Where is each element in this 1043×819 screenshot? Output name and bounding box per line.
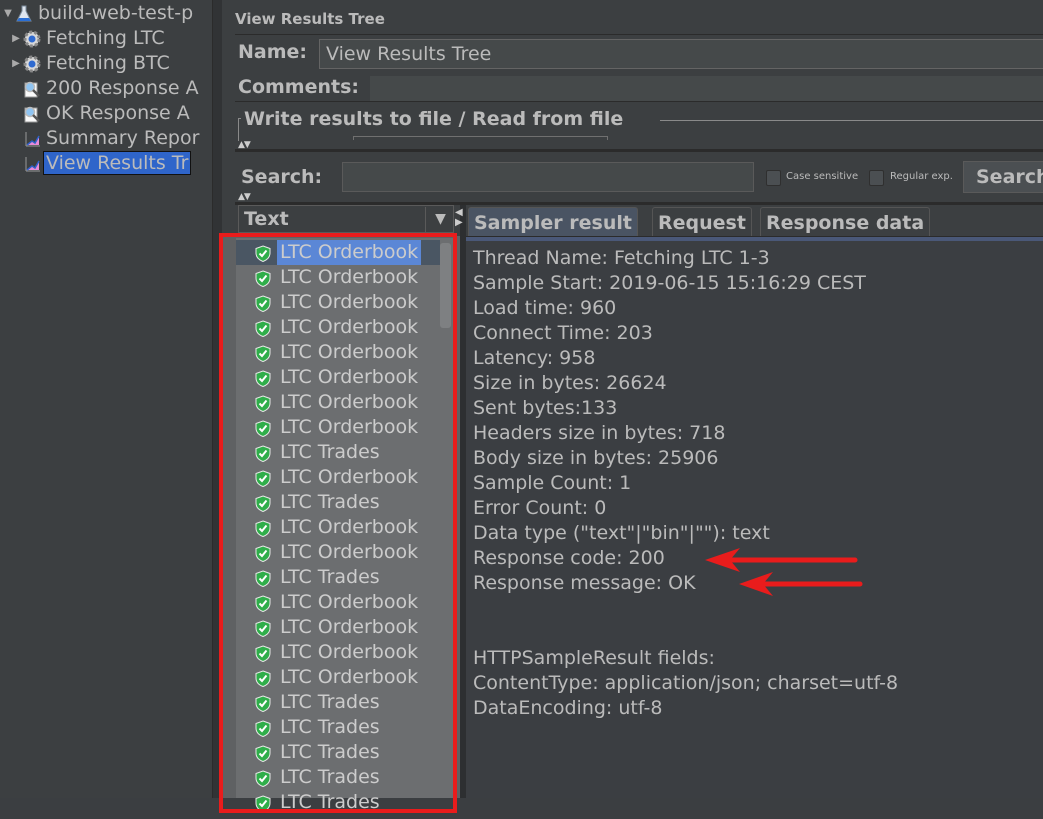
- tree-node-label: View Results Tr: [42, 151, 192, 175]
- collapse-expand-arrows-icon[interactable]: ▲▼: [238, 192, 251, 202]
- result-detail-line: Sample Count: 1: [473, 472, 632, 494]
- highlight-box-annotation: [219, 233, 457, 813]
- tab-sampler-result[interactable]: Sampler result: [468, 207, 638, 237]
- result-detail-line: HTTPSampleResult fields:: [473, 647, 715, 669]
- tree-node[interactable]: Summary Repor: [10, 126, 212, 151]
- result-detail-line: Sample Start: 2019-06-15 15:16:29 CEST: [473, 272, 866, 294]
- tree-node-label: Fetching LTC: [46, 27, 165, 49]
- divider: [235, 34, 1043, 35]
- search-label: Search:: [241, 166, 323, 188]
- file-section-separator: [353, 136, 608, 140]
- result-detail-line: Error Count: 0: [473, 497, 607, 519]
- tab-response-data[interactable]: Response data: [760, 207, 931, 237]
- graph-icon: [22, 129, 42, 149]
- comments-label: Comments:: [238, 76, 359, 98]
- tree-node-label: Summary Repor: [46, 127, 200, 149]
- annotation-arrow-response-message: [739, 572, 863, 596]
- gear-icon: [22, 29, 42, 49]
- result-detail-line: Body size in bytes: 25906: [473, 447, 719, 469]
- tree-node-label: OK Response A: [46, 102, 190, 124]
- file-section-border-line: [660, 120, 1043, 121]
- flask-icon: [14, 4, 34, 24]
- result-detail-line: ContentType: application/json; charset=u…: [473, 672, 899, 694]
- result-detail-line: Latency: 958: [473, 347, 596, 369]
- file-section-border: [238, 118, 241, 141]
- regex-label: Regular exp.: [890, 171, 953, 182]
- case-sensitive-checkbox[interactable]: [766, 170, 781, 186]
- split-arrows-icon[interactable]: ◀ ▶: [455, 208, 463, 228]
- result-detail-line: Connect Time: 203: [473, 322, 653, 344]
- search-input[interactable]: [342, 162, 754, 192]
- tree-node-root[interactable]: ▼ build-web-test-p: [2, 1, 195, 26]
- tree-node-label: build-web-test-p: [38, 2, 194, 24]
- tree-node-label: 200 Response A: [46, 77, 199, 99]
- result-detail-line: Thread Name: Fetching LTC 1-3: [473, 247, 770, 269]
- tree-node[interactable]: ▶ Fetching LTC: [10, 26, 212, 51]
- tree-node[interactable]: ▶ Fetching BTC: [10, 51, 212, 76]
- magnifier-icon: [22, 104, 42, 124]
- name-input[interactable]: View Results Tree: [319, 39, 1043, 69]
- column-header-label: Text: [244, 208, 289, 230]
- regex-checkbox[interactable]: [869, 170, 884, 186]
- tree-node[interactable]: OK Response A: [10, 101, 212, 126]
- magnifier-icon: [22, 79, 42, 99]
- collapse-arrow-icon[interactable]: ▶: [10, 51, 22, 76]
- comments-input[interactable]: [370, 76, 1043, 101]
- tab-request[interactable]: Request: [652, 207, 752, 237]
- name-label: Name:: [238, 41, 308, 63]
- panel-title: View Results Tree: [235, 10, 385, 28]
- result-detail-line: Data type ("text"|"bin"|""): text: [473, 522, 770, 544]
- search-button[interactable]: Search: [963, 161, 1043, 193]
- gear-icon: [22, 54, 42, 74]
- case-sensitive-label: Case sensitive: [786, 171, 859, 182]
- result-detail-line: Response message: OK: [473, 572, 696, 594]
- divider: [235, 101, 1043, 102]
- result-detail-line: Headers size in bytes: 718: [473, 422, 726, 444]
- tree-node[interactable]: 200 Response A: [10, 76, 212, 101]
- renderer-dropdown-icon[interactable]: ▼: [425, 207, 455, 232]
- split-pane-divider[interactable]: [235, 149, 1043, 152]
- result-detail-line: DataEncoding: utf-8: [473, 697, 663, 719]
- file-section-label: Write results to file / Read from file: [244, 108, 624, 130]
- result-detail-line: Size in bytes: 26624: [473, 372, 667, 394]
- tree-node-label: Fetching BTC: [46, 52, 170, 74]
- collapse-arrow-icon[interactable]: ▶: [10, 26, 22, 51]
- result-detail-line: Load time: 960: [473, 297, 617, 319]
- tree-node[interactable]: View Results Tr: [10, 151, 212, 176]
- result-detail-line: Sent bytes:133: [473, 397, 618, 419]
- expand-arrow-icon[interactable]: ▼: [2, 1, 14, 26]
- result-detail-line: Response code: 200: [473, 547, 665, 569]
- graph-icon: [22, 154, 42, 174]
